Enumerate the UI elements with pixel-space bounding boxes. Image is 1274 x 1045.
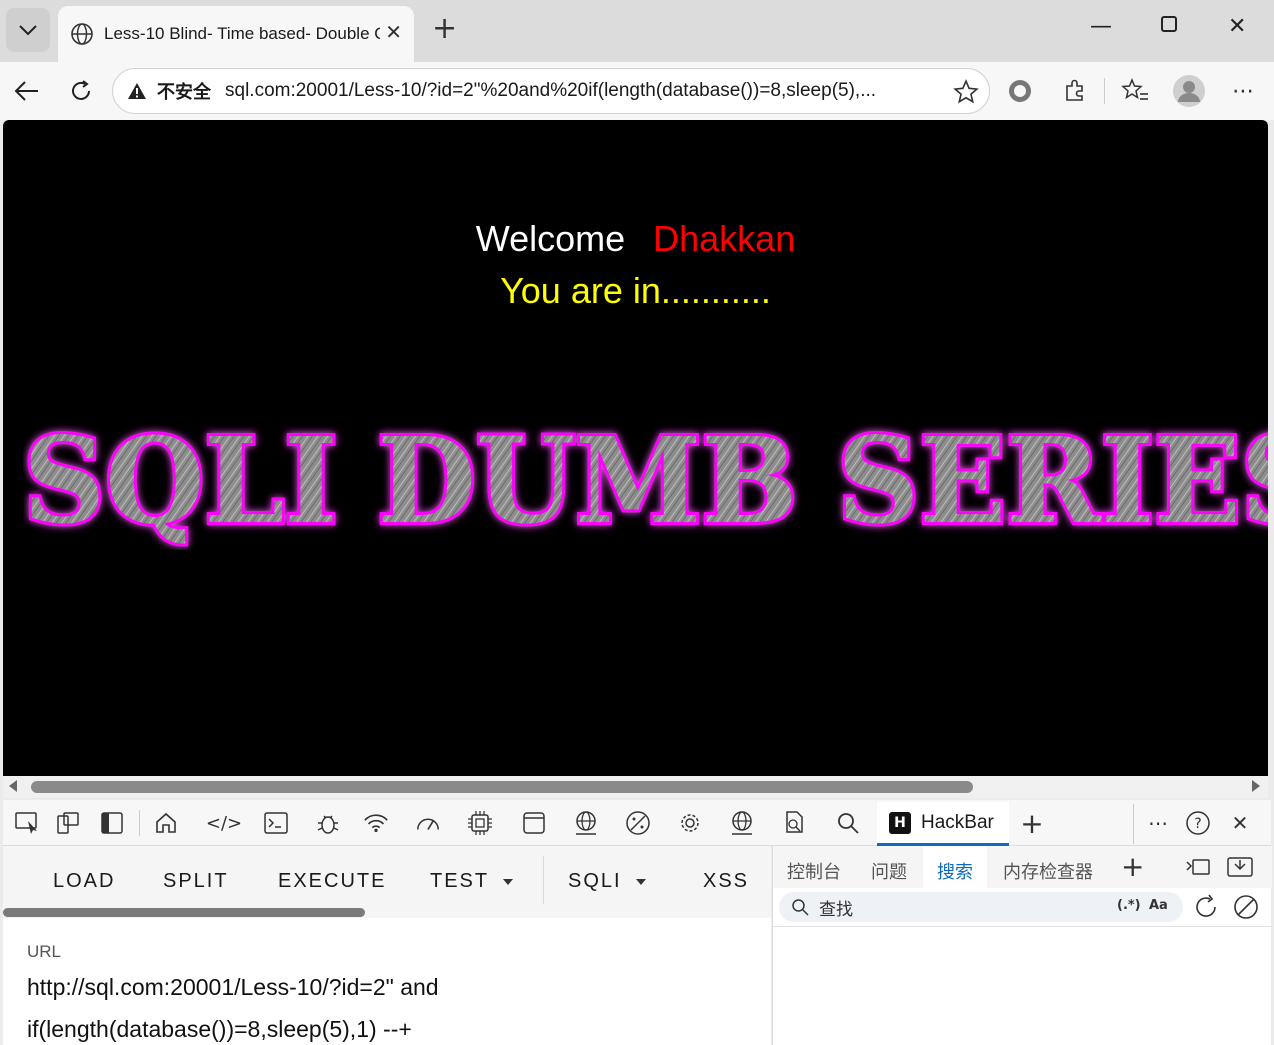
- inspect-element-icon[interactable]: [15, 810, 41, 836]
- menu-divider: [543, 856, 544, 904]
- device-emulation-icon[interactable]: [55, 810, 81, 836]
- load-button[interactable]: LOAD: [53, 870, 115, 893]
- hackbar-menu-scrollbar[interactable]: [3, 908, 365, 917]
- elements-code-icon[interactable]: </>: [206, 810, 242, 836]
- console-icon[interactable]: [263, 810, 289, 836]
- url-field[interactable]: http://sql.com:20001/Less-10/?id=2" and …: [27, 966, 727, 1045]
- drawer-collapse-icon[interactable]: [1227, 856, 1253, 882]
- tab-close-icon[interactable]: ✕: [385, 20, 402, 44]
- tab-actions-button[interactable]: [6, 8, 50, 52]
- refresh-icon[interactable]: [64, 74, 98, 108]
- sources-document-icon[interactable]: [781, 810, 807, 836]
- execute-button[interactable]: EXECUTE: [278, 870, 386, 893]
- new-tab-button[interactable]: +: [432, 14, 457, 44]
- avatar[interactable]: [1172, 74, 1206, 108]
- hackbar-tab-label: HackBar: [921, 811, 994, 833]
- tab-memory-inspector[interactable]: 内存检查器: [1003, 858, 1093, 884]
- performance-gauge-icon[interactable]: [415, 810, 441, 836]
- search-box[interactable]: 查找 (.*) Aa: [779, 892, 1183, 922]
- more-options-icon[interactable]: ⋯: [1226, 74, 1260, 108]
- chevron-down-icon: [19, 25, 37, 36]
- maximize-icon[interactable]: [1160, 14, 1178, 39]
- tab-hackbar[interactable]: H HackBar: [877, 802, 1009, 846]
- browser-window: Less-10 Blind- Time based- Double Quotes…: [0, 0, 1274, 1045]
- devtools-toolbar: </> H HackBar + ⋯ ? ✕: [3, 800, 1271, 846]
- toolbar-divider: [1104, 78, 1105, 104]
- close-window-icon[interactable]: ✕: [1228, 14, 1246, 39]
- devtools-more-icon[interactable]: ⋯: [1145, 810, 1171, 836]
- svg-text:?: ?: [1194, 816, 1201, 832]
- scroll-left-icon[interactable]: [9, 780, 17, 792]
- security-label[interactable]: 不安全: [157, 78, 211, 104]
- tab-issues[interactable]: 问题: [871, 858, 907, 884]
- tab-strip: Less-10 Blind- Time based- Double Quotes…: [0, 0, 1274, 62]
- wifi-network-icon[interactable]: [363, 810, 389, 836]
- scroll-right-icon[interactable]: [1252, 780, 1260, 792]
- favorites-icon[interactable]: [1118, 74, 1152, 108]
- welcome-text: Welcome: [475, 218, 626, 259]
- search-field-icon: [792, 899, 809, 916]
- drawer-divider: [773, 926, 1272, 927]
- split-button[interactable]: SPLIT: [163, 870, 229, 893]
- warning-icon: [128, 83, 146, 99]
- xss-dropdown[interactable]: XSS: [703, 870, 749, 893]
- add-drawer-tab-icon[interactable]: +: [1121, 850, 1144, 883]
- welcome-line: Welcome Dhakkan: [3, 218, 1268, 260]
- hackbar-logo-icon: H: [889, 811, 911, 834]
- scrollbar-thumb[interactable]: [31, 781, 973, 793]
- close-devtools-icon[interactable]: ✕: [1227, 810, 1253, 836]
- devtools-drawer: 控制台 问题 搜索 内存检查器 + 查找 (.*) Aa: [772, 846, 1272, 1045]
- active-tab[interactable]: Less-10 Blind- Time based- Double Quotes…: [58, 6, 414, 62]
- match-case-toggle[interactable]: Aa: [1149, 898, 1168, 913]
- tab-console[interactable]: 控制台: [787, 858, 841, 884]
- search-input[interactable]: 查找: [819, 895, 853, 920]
- extensions-puzzle-icon[interactable]: [1058, 74, 1092, 108]
- status-text: You are in...........: [500, 270, 771, 311]
- search-icon[interactable]: [835, 810, 861, 836]
- banner-text: SQLI DUMB SERIES: [23, 411, 1268, 550]
- sqli-label: SQLI: [568, 870, 622, 892]
- hackbar-menu: LOAD SPLIT EXECUTE TEST SQLI XSS: [3, 846, 771, 918]
- no-tracking-icon[interactable]: [625, 810, 651, 836]
- hackbar-panel: LOAD SPLIT EXECUTE TEST SQLI XSS URL htt…: [3, 846, 771, 1045]
- network-globe-icon[interactable]: [573, 810, 599, 836]
- clear-search-icon[interactable]: [1233, 894, 1259, 924]
- settings-gear-icon[interactable]: [677, 810, 703, 836]
- welcome-home-icon[interactable]: [153, 810, 179, 836]
- horizontal-scrollbar[interactable]: [3, 776, 1268, 798]
- application-window-icon[interactable]: [521, 810, 547, 836]
- url-text[interactable]: sql.com:20001/Less-10/?id=2"%20and%20if(…: [225, 80, 930, 102]
- devtools-divider: [139, 810, 140, 836]
- sqli-dropdown[interactable]: SQLI: [568, 870, 646, 893]
- test-label: TEST: [430, 870, 490, 892]
- devtools-divider-right: [1133, 804, 1134, 844]
- help-icon[interactable]: ?: [1185, 810, 1211, 836]
- regex-toggle[interactable]: (.*): [1117, 898, 1141, 913]
- tab-search[interactable]: 搜索: [923, 846, 987, 888]
- bug-icon[interactable]: [315, 810, 341, 836]
- sqli-caret-icon: [635, 878, 646, 885]
- dock-side-icon[interactable]: [99, 810, 125, 836]
- sqli-dumb-series-banner: SQLI DUMB SERIES: [23, 410, 1268, 550]
- tab-title: Less-10 Blind- Time based- Double Quotes: [104, 24, 380, 43]
- test-caret-icon: [503, 878, 514, 885]
- minimize-icon[interactable]: —: [1090, 14, 1112, 39]
- browser-toolbar: 不安全 sql.com:20001/Less-10/?id=2"%20and%2…: [0, 62, 1274, 120]
- add-tool-icon[interactable]: +: [1019, 807, 1045, 840]
- globe-icon: [71, 23, 93, 45]
- drawer-tabs: 控制台 问题 搜索 内存检查器 +: [773, 846, 1272, 888]
- url-field-label: URL: [27, 942, 62, 961]
- extension-circle-icon[interactable]: [1003, 74, 1037, 108]
- test-dropdown[interactable]: TEST: [430, 870, 514, 893]
- page-viewport: Welcome Dhakkan You are in........... SQL…: [3, 120, 1268, 776]
- back-icon[interactable]: [10, 74, 44, 108]
- user-name: Dhakkan: [653, 218, 796, 259]
- address-bar[interactable]: 不安全 sql.com:20001/Less-10/?id=2"%20and%2…: [112, 68, 990, 114]
- security-globe-icon[interactable]: [729, 810, 755, 836]
- dock-undock-icon[interactable]: [1185, 856, 1211, 882]
- refresh-search-icon[interactable]: [1193, 894, 1219, 924]
- memory-chip-icon[interactable]: [467, 810, 493, 836]
- favorite-star-icon[interactable]: [953, 79, 979, 109]
